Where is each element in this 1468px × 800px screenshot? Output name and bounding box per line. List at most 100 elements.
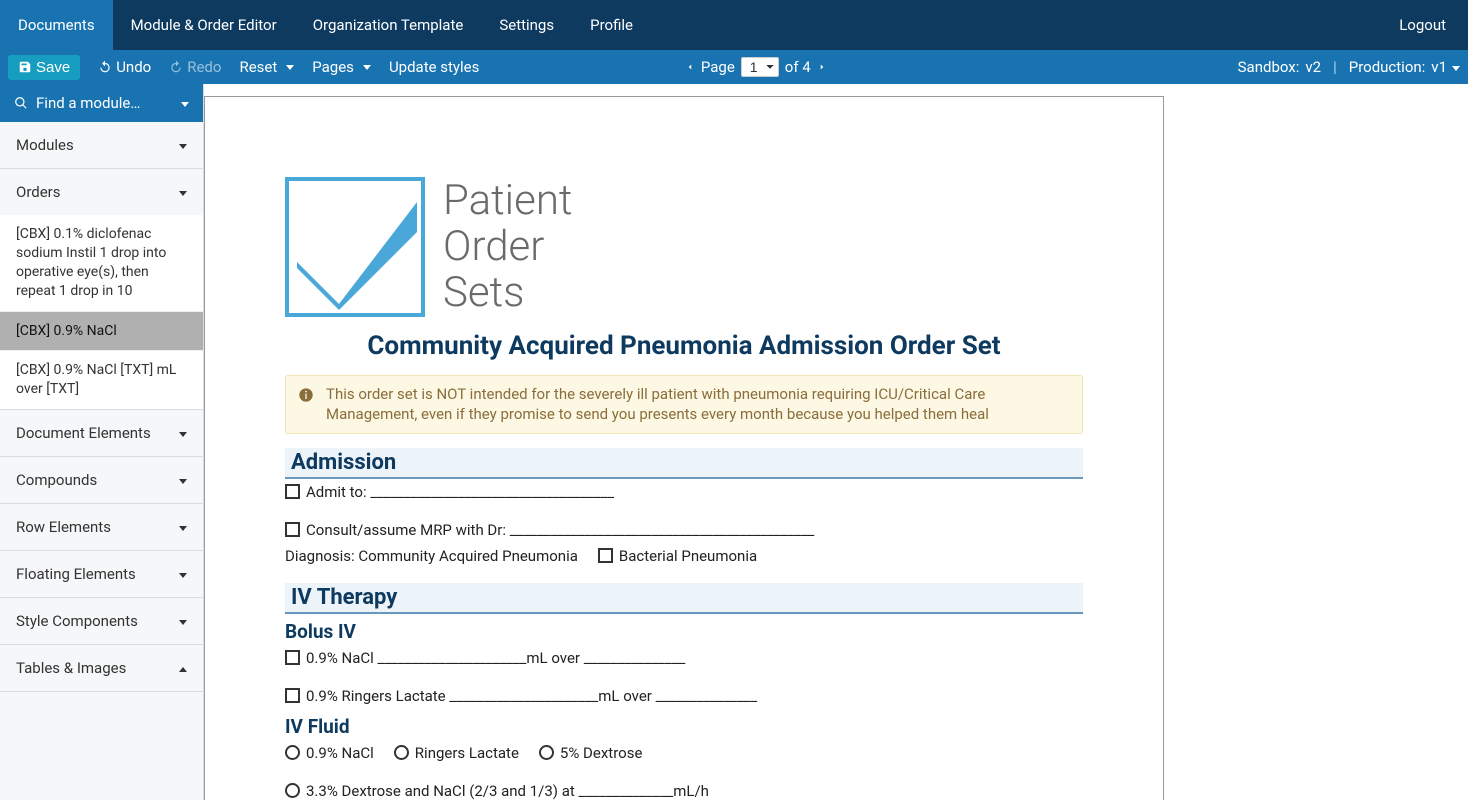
chevron-right-icon[interactable] — [817, 60, 827, 74]
fluid-ringers-label: Ringers Lactate — [415, 744, 519, 762]
main-layout: Find a module… Modules Orders [CBX] 0.1%… — [0, 84, 1468, 800]
pages-dropdown[interactable]: Pages — [312, 58, 371, 76]
sidebar-section-compounds: Compounds — [0, 457, 203, 504]
redo-button[interactable]: Redo — [169, 58, 221, 76]
sidebar-section-doc-elements: Document Elements — [0, 410, 203, 457]
save-icon — [18, 60, 32, 74]
sidebar: Find a module… Modules Orders [CBX] 0.1%… — [0, 84, 204, 800]
checkbox-consult[interactable]: Consult/assume MRP with Dr: ____________… — [285, 521, 814, 539]
fluid-nacl-label: 0.9% NaCl — [306, 744, 374, 762]
sidebar-header-compounds[interactable]: Compounds — [0, 457, 203, 503]
search-dropdown-caret[interactable] — [176, 94, 189, 112]
document-page[interactable]: Patient Order Sets Community Acquired Pn… — [204, 96, 1164, 800]
sidebar-header-doc-elements[interactable]: Document Elements — [0, 410, 203, 456]
checkbox-bacterial[interactable]: Bacterial Pneumonia — [598, 547, 757, 565]
diagnosis-label: Diagnosis: Community Acquired Pneumonia — [285, 547, 578, 565]
nav-tab-module-editor[interactable]: Module & Order Editor — [113, 0, 295, 50]
sidebar-header-style-components[interactable]: Style Components — [0, 598, 203, 644]
nav-tab-org-template[interactable]: Organization Template — [295, 0, 482, 50]
sidebar-label: Tables & Images — [16, 659, 126, 677]
radio-fluid-dextrose33[interactable]: 3.3% Dextrose and NaCl (2/3 and 1/3) at … — [285, 782, 709, 800]
order-item-nacl[interactable]: [CBX] 0.9% NaCl — [0, 312, 203, 352]
sidebar-label: Orders — [16, 183, 61, 201]
info-icon — [298, 387, 314, 408]
sandbox-label: Sandbox: — [1238, 58, 1300, 76]
redo-icon — [169, 60, 183, 74]
checkbox-bolus-nacl[interactable]: 0.9% NaCl ______________________mL over … — [285, 649, 685, 667]
sidebar-label: Compounds — [16, 471, 97, 489]
subsection-bolus: Bolus IV — [285, 620, 1083, 643]
bolus-nacl-label: 0.9% NaCl ______________________mL over … — [306, 649, 685, 667]
sidebar-header-floating-elements[interactable]: Floating Elements — [0, 551, 203, 597]
caret-icon — [174, 183, 187, 201]
nav-tab-settings[interactable]: Settings — [481, 0, 572, 50]
checkbox-bolus-ringers[interactable]: 0.9% Ringers Lactate ___________________… — [285, 687, 757, 705]
caret-up-icon — [174, 659, 187, 677]
sidebar-label: Document Elements — [16, 424, 151, 442]
production-version-dropdown[interactable]: v1 — [1431, 58, 1460, 76]
sidebar-label: Row Elements — [16, 518, 111, 536]
redo-label: Redo — [187, 58, 221, 76]
alert-text: This order set is NOT intended for the s… — [326, 384, 1070, 425]
sidebar-section-row-elements: Row Elements — [0, 504, 203, 551]
caret-icon — [174, 565, 187, 583]
sidebar-label: Style Components — [16, 612, 138, 630]
radio-fluid-dextrose5[interactable]: 5% Dextrose — [539, 744, 642, 762]
save-label: Save — [36, 59, 70, 76]
section-iv-therapy: IV Therapy — [285, 583, 1083, 614]
admission-row-1: Admit to: ______________________________… — [285, 479, 1083, 543]
save-button[interactable]: Save — [8, 55, 80, 80]
undo-label: Undo — [116, 58, 151, 76]
sidebar-section-style-components: Style Components — [0, 598, 203, 645]
production-label: Production: — [1349, 58, 1426, 76]
logout-link[interactable]: Logout — [1377, 0, 1468, 50]
caret-icon — [174, 518, 187, 536]
section-admission: Admission — [285, 448, 1083, 479]
caret-icon — [174, 136, 187, 154]
undo-button[interactable]: Undo — [98, 58, 151, 76]
page-nav: Page 1 of 4 — [685, 57, 827, 77]
order-item-nacl-txt[interactable]: [CBX] 0.9% NaCl [TXT] mL over [TXT] — [0, 351, 203, 409]
nav-tab-profile[interactable]: Profile — [572, 0, 651, 50]
chevron-left-icon[interactable] — [685, 60, 695, 74]
radio-fluid-ringers[interactable]: Ringers Lactate — [394, 744, 519, 762]
sidebar-label: Modules — [16, 136, 74, 154]
nav-tab-documents[interactable]: Documents — [0, 0, 113, 50]
caret-icon — [174, 424, 187, 442]
radio-fluid-nacl[interactable]: 0.9% NaCl — [285, 744, 374, 762]
subsection-iv-fluid: IV Fluid — [285, 715, 1083, 738]
sidebar-header-row-elements[interactable]: Row Elements — [0, 504, 203, 550]
version-divider: | — [1333, 58, 1337, 76]
fluid-dextrose5-label: 5% Dextrose — [560, 744, 642, 762]
checkbox-admit-to[interactable]: Admit to: ______________________________… — [285, 483, 614, 501]
consult-label: Consult/assume MRP with Dr: ____________… — [306, 521, 814, 539]
page-total: of 4 — [785, 58, 811, 76]
sidebar-label: Floating Elements — [16, 565, 136, 583]
version-info: Sandbox: v2 | Production: v1 — [1238, 58, 1460, 76]
page-select[interactable]: 1 — [741, 57, 779, 77]
module-search[interactable]: Find a module… — [0, 84, 203, 122]
document-title: Community Acquired Pneumonia Admission O… — [285, 331, 1083, 361]
admit-to-label: Admit to: ______________________________… — [306, 483, 614, 501]
update-styles-button[interactable]: Update styles — [389, 58, 479, 76]
undo-icon — [98, 60, 112, 74]
sidebar-header-orders[interactable]: Orders — [0, 169, 203, 215]
sidebar-section-floating-elements: Floating Elements — [0, 551, 203, 598]
bolus-ringers-label: 0.9% Ringers Lactate ___________________… — [306, 687, 757, 705]
sidebar-section-modules: Modules — [0, 122, 203, 169]
logo-row: Patient Order Sets — [285, 177, 1083, 317]
search-placeholder: Find a module… — [36, 94, 140, 112]
sidebar-header-modules[interactable]: Modules — [0, 122, 203, 168]
reset-dropdown[interactable]: Reset — [239, 58, 294, 76]
caret-icon — [174, 612, 187, 630]
top-nav: Documents Module & Order Editor Organiza… — [0, 0, 1468, 50]
caret-icon — [174, 471, 187, 489]
sandbox-version[interactable]: v2 — [1305, 58, 1321, 76]
document-canvas[interactable]: Patient Order Sets Community Acquired Pn… — [204, 84, 1468, 800]
fluid-row: 0.9% NaCl Ringers Lactate 5% Dextrose 3.… — [285, 740, 1083, 800]
search-icon — [14, 96, 28, 110]
bacterial-label: Bacterial Pneumonia — [619, 547, 757, 565]
order-item-diclofenac[interactable]: [CBX] 0.1% diclofenac sodium Instil 1 dr… — [0, 215, 203, 312]
admission-row-2: Diagnosis: Community Acquired Pneumonia … — [285, 543, 1083, 569]
sidebar-header-tables-images[interactable]: Tables & Images — [0, 645, 203, 691]
